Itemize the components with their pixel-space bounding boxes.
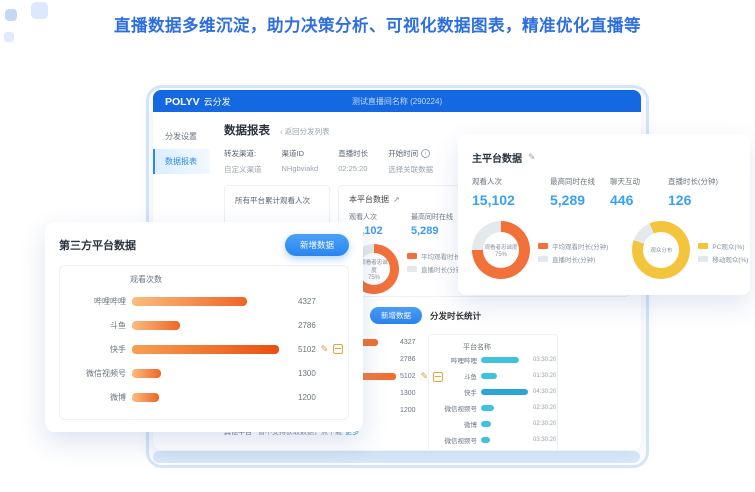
- bar: [132, 393, 159, 402]
- donut-legend: PC观众(%) 移动观众(%): [698, 238, 748, 267]
- window-frame-base: [153, 451, 640, 463]
- bar: [132, 321, 180, 330]
- legend-chip: [538, 256, 548, 262]
- info-field: 转发渠道: 自定义渠道: [224, 148, 262, 175]
- legend-chip: [698, 256, 708, 262]
- back-link[interactable]: ‹ 返回分发列表: [280, 126, 330, 137]
- page-headline: 直播数据多维沉淀，助力决策分析、可视化数据图表，精准优化直播等: [0, 12, 755, 36]
- main-platform-panel: 主平台数据 ✎ 观看人次 15,102 最高同时在线 5,289 聊天互动 44…: [458, 134, 750, 295]
- sidebar-item-distribution-settings[interactable]: 分发设置: [153, 124, 210, 149]
- add-data-button[interactable]: 新增数据: [285, 234, 349, 256]
- bar: [481, 389, 528, 395]
- external-link-icon[interactable]: ↗: [393, 195, 400, 204]
- loyalty-donut-chart: 观看者忠诚度 75%: [472, 221, 530, 279]
- bar-row: 微博 02:30:20: [437, 416, 549, 432]
- bar: [481, 357, 519, 363]
- add-data-button[interactable]: 新增数据: [370, 307, 422, 324]
- views-bar-chart: 观看次数 哔哩哔哩 4327 斗鱼 2786 快手 5102✎ 微信视频号 13…: [59, 265, 349, 420]
- bar: [132, 369, 161, 378]
- bar-row: 快手 04:30:20: [437, 384, 549, 400]
- page-title: 数据报表: [224, 122, 270, 138]
- app-header: 测试直播间名称 (290224) POLYV云分发: [153, 90, 641, 112]
- legend-chip: [407, 253, 417, 259]
- duration-bar-chart: 平台名称 哔哩哔哩 03:30:20 斗鱼 01:30:20 快手: [428, 334, 558, 450]
- info-field: 直播时长 02:25:20: [338, 148, 368, 175]
- stat: 聊天互动 446: [610, 176, 668, 208]
- info-field: 渠道ID NHgbviakd: [282, 148, 319, 175]
- bar-row: 微博 1200: [70, 385, 338, 409]
- bar-row: 微信视频号 02:30:20: [437, 400, 549, 416]
- card-title: 第三方平台数据: [59, 237, 136, 253]
- bar-row: 微信视频号 03:30:20: [437, 432, 549, 448]
- sidebar-item-data-report[interactable]: 数据报表: [153, 149, 210, 174]
- save-icon[interactable]: [433, 372, 443, 382]
- bar-row: 哔哩哔哩 4327: [70, 289, 338, 313]
- stat: 直播时长(分钟) 126: [668, 176, 718, 208]
- stat: 最高同时在线 5,289: [550, 176, 610, 208]
- bar-row: 斗鱼 01:30:20: [437, 368, 549, 384]
- save-icon[interactable]: [333, 344, 343, 354]
- legend-chip: [407, 266, 417, 272]
- polyv-logo: POLYV云分发: [165, 95, 231, 108]
- section-title: 分发时长统计: [430, 310, 481, 322]
- info-field: 开始时间i 选择关联数据: [388, 148, 433, 175]
- audience-donut-chart: 观众分布: [632, 221, 690, 279]
- value-axis-label: 观看次数: [130, 274, 338, 285]
- third-party-data-card: 第三方平台数据 新增数据 观看次数 哔哩哔哩 4327 斗鱼 2786 快手 5…: [45, 222, 363, 432]
- bar-row: 斗鱼 2786: [70, 313, 338, 337]
- bar: [481, 421, 491, 427]
- bar: [481, 405, 494, 411]
- bar: [132, 297, 247, 306]
- bar-row: 快手 5102✎: [70, 337, 338, 361]
- stat: 观看人次 15,102: [472, 176, 550, 208]
- bar: [481, 437, 490, 443]
- panel-title: 主平台数据: [472, 150, 522, 165]
- info-icon: i: [421, 149, 430, 158]
- edit-pencil-icon[interactable]: ✎: [528, 152, 536, 163]
- bar: [132, 345, 279, 354]
- bar-row: 哔哩哔哩 03:30:20: [437, 352, 549, 368]
- bar-row: 微信视频号 1300: [70, 361, 338, 385]
- legend-chip: [698, 243, 708, 249]
- edit-pencil-icon[interactable]: ✎: [321, 344, 329, 355]
- bar: [481, 373, 497, 379]
- legend-chip: [538, 243, 548, 249]
- donut-legend: 平均观看时长(分钟) 直播时长(分钟): [538, 238, 608, 267]
- edit-pencil-icon[interactable]: ✎: [421, 371, 429, 382]
